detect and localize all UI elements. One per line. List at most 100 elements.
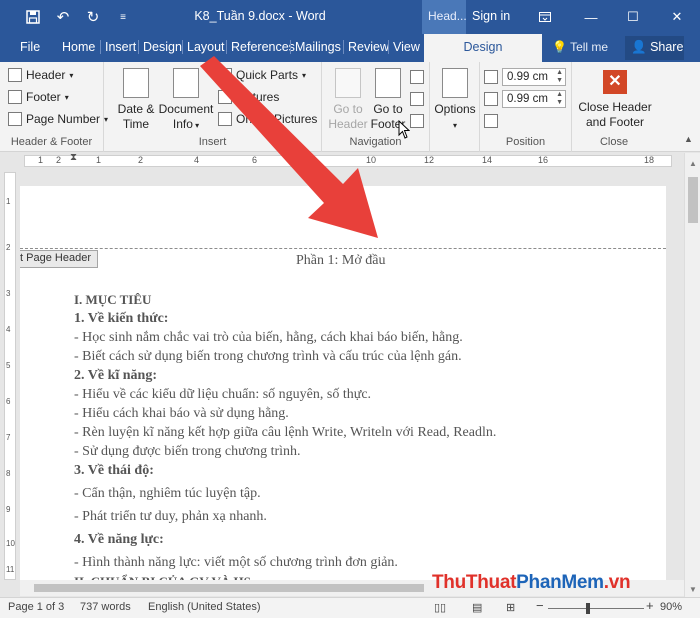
zoom-level[interactable]: 90% [660, 601, 682, 613]
collapse-ribbon-icon[interactable]: ▲ [684, 134, 693, 144]
online-pictures-button[interactable]: Online Pictures [218, 112, 317, 126]
page-number-button[interactable]: Page Number ▾ [8, 112, 108, 126]
document-line[interactable]: 4. Về năng lực: [74, 530, 496, 549]
page-number-label: Page Number [26, 112, 101, 126]
tab-home[interactable]: Home [62, 40, 95, 54]
go-to-header-button[interactable]: Go to Header [328, 68, 368, 132]
header-from-top-input[interactable]: 0.99 cm ▲ ▼ [502, 68, 566, 86]
tab-review[interactable]: Review [343, 40, 389, 54]
tab-layout[interactable]: Layout [182, 40, 225, 54]
scroll-up-icon[interactable]: ▲ [689, 159, 697, 168]
status-bar: Page 1 of 3 737 words English (United St… [0, 597, 700, 618]
link-to-previous-icon[interactable] [410, 114, 424, 128]
zoom-in-button[interactable]: + [646, 598, 654, 613]
ruler-number: 8 [310, 155, 316, 165]
quick-parts-label: Quick Parts [236, 68, 299, 82]
spin-arrows-icon[interactable]: ▲ ▼ [556, 69, 563, 85]
zoom-slider-track[interactable] [548, 608, 644, 609]
header-icon [8, 68, 22, 82]
tab-view[interactable]: View [388, 40, 420, 54]
zoom-slider-thumb[interactable] [586, 603, 590, 614]
tab-mailings[interactable]: Mailings [290, 40, 341, 54]
language-indicator[interactable]: English (United States) [148, 601, 261, 613]
document-info-button[interactable]: Document Info ▾ [158, 68, 214, 133]
spin-arrows-icon[interactable]: ▲ ▼ [556, 91, 563, 107]
quick-parts-button[interactable]: Quick Parts ▾ [218, 68, 306, 82]
ruler-number: 18 [644, 155, 655, 165]
document-body[interactable]: I. MỤC TIÊU 1. Về kiến thức: - Học sinh nắ… [74, 290, 496, 580]
scroll-thumb[interactable] [688, 177, 698, 223]
footer-position-icon [484, 92, 498, 106]
document-line[interactable]: - Biết cách sử dụng biến trong chương tr… [74, 347, 496, 366]
pictures-button[interactable]: Pictures [218, 90, 279, 104]
document-line[interactable]: 1. Về kiến thức: [74, 309, 496, 328]
close-icon[interactable]: ✕ [654, 0, 700, 34]
group-label: Position [505, 136, 546, 148]
web-layout-icon[interactable]: ⊞ [506, 601, 515, 614]
indent-marker-icon[interactable]: ⧗ [70, 152, 77, 163]
document-line[interactable]: - Rèn luyện kĩ năng kết hợp giữa câu lện… [74, 423, 496, 442]
document-line[interactable]: 2. Về kĩ năng: [74, 366, 496, 385]
ruler-number: 4 [6, 325, 11, 334]
tab-design[interactable]: Design [138, 40, 182, 54]
word-count[interactable]: 737 words [80, 601, 131, 613]
document-line[interactable]: - Cẩn thận, nghiêm túc luyện tập. [74, 484, 496, 503]
tab-file[interactable]: File [20, 40, 40, 54]
insert-alignment-tab-icon[interactable] [484, 114, 498, 128]
share-button[interactable]: 👤 Share [625, 36, 684, 60]
vertical-ruler[interactable]: 1 2 3 4 5 6 7 8 9 10 11 [4, 172, 16, 580]
pictures-icon [218, 90, 232, 104]
ruler-track [24, 155, 672, 167]
group-options: Options ▾ [430, 62, 480, 152]
vertical-scrollbar[interactable]: ▲ ▼ [684, 153, 700, 598]
group-label: Navigation [349, 136, 402, 148]
document-line[interactable]: - Hiểu cách khai báo và sử dụng hằng. [74, 404, 496, 423]
header-button[interactable]: Header ▾ [8, 68, 73, 82]
sign-in-link[interactable]: Sign in [472, 9, 510, 23]
document-line[interactable]: 3. Về thái độ: [74, 461, 496, 480]
close-header-footer-button[interactable]: ✕ Close Header and Footer [576, 68, 654, 130]
ruler-number: 16 [538, 155, 549, 165]
ruler-number: 10 [6, 539, 15, 548]
document-line[interactable]: - Phát triển tư duy, phản xạ nhanh. [74, 507, 496, 526]
go-to-header-label-2: Header [328, 117, 368, 131]
horizontal-ruler[interactable]: 1 2 ⧗ 1 2 4 6 8 10 12 14 16 18 [0, 152, 684, 169]
document-line[interactable]: - Học sinh nắm chắc vai trò của biến, hằ… [74, 328, 496, 347]
document-line[interactable]: - Hình thành năng lực: viết một số chươn… [74, 553, 496, 572]
read-mode-icon[interactable]: ▯▯ [434, 601, 446, 614]
document-line[interactable]: I. MỤC TIÊU [74, 290, 496, 309]
ribbon-display-icon[interactable] [522, 0, 568, 34]
footer-icon [8, 90, 22, 104]
date-time-button[interactable]: Date & Time [116, 68, 156, 132]
scroll-thumb[interactable] [34, 584, 424, 592]
header-text[interactable]: Phần 1: Mở đầu [296, 253, 385, 269]
tell-me-search[interactable]: 💡 Tell me [552, 40, 608, 54]
close-x-icon: ✕ [603, 70, 627, 94]
scroll-down-icon[interactable]: ▼ [689, 585, 697, 594]
tab-header-footer-design[interactable]: Design [424, 34, 542, 62]
footer-from-bottom-input[interactable]: 0.99 cm ▲ ▼ [502, 90, 566, 108]
minimize-icon[interactable]: — [568, 0, 614, 34]
options-icon [442, 68, 468, 98]
document-page[interactable]: First Page Header Phần 1: Mở đầu I. MỤC … [20, 186, 666, 580]
ruler-number: 6 [6, 397, 11, 406]
page-count[interactable]: Page 1 of 3 [8, 601, 64, 613]
header-tag-label: First Page Header [20, 252, 91, 264]
previous-section-icon[interactable] [410, 70, 424, 84]
tab-insert[interactable]: Insert [100, 40, 136, 54]
go-to-header-label-1: Go to [333, 102, 363, 116]
print-layout-icon[interactable]: ▤ [472, 601, 482, 614]
maximize-icon[interactable]: ☐ [610, 0, 656, 34]
zoom-out-button[interactable]: − [536, 598, 544, 613]
options-button[interactable]: Options ▾ [434, 68, 476, 133]
quick-parts-icon [218, 68, 232, 82]
group-insert: Date & Time Document Info ▾ Quick Parts ▾… [104, 62, 322, 152]
tab-references[interactable]: References [226, 40, 295, 54]
document-line[interactable]: - Sử dụng được biến trong chương trình. [74, 442, 496, 461]
document-line[interactable]: - Hiểu về các kiểu dữ liệu chuẩn: số ngu… [74, 385, 496, 404]
footer-button[interactable]: Footer ▾ [8, 90, 69, 104]
header-label: Header [26, 68, 66, 82]
next-section-icon[interactable] [410, 92, 424, 106]
ribbon-tabs: File Home Insert Design Layout Reference… [0, 34, 700, 62]
ruler-number: 10 [366, 155, 377, 165]
